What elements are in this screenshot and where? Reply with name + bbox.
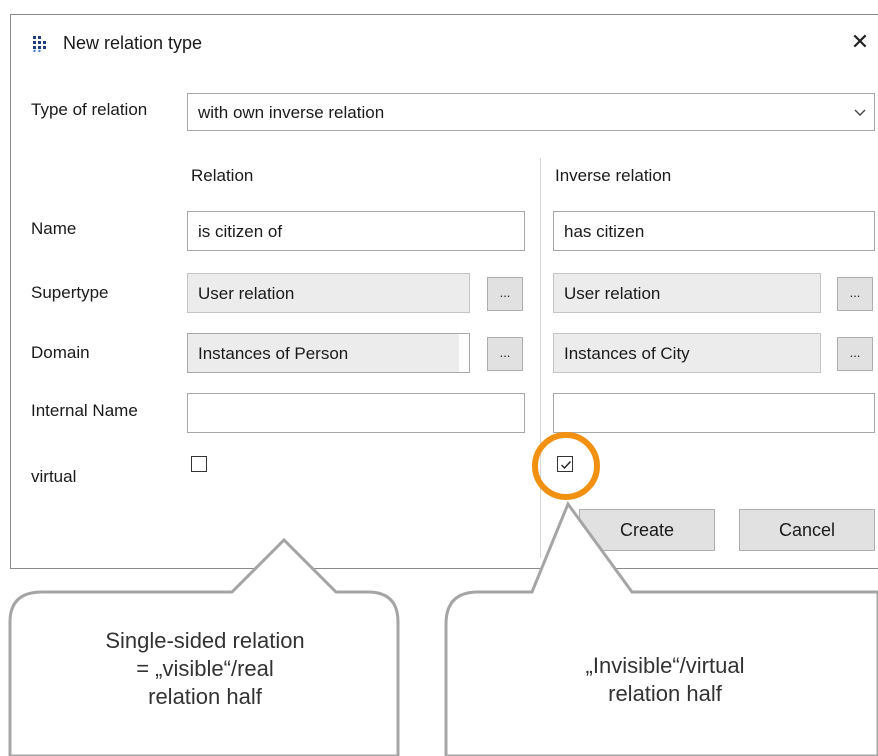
right-callout-line-2: relation half: [608, 681, 722, 706]
left-callout-text: Single-sided relation = „visible“/real r…: [40, 627, 370, 711]
left-callout-line-3: relation half: [148, 684, 262, 709]
right-callout-bubble: [444, 500, 878, 756]
right-callout-text: „Invisible“/virtual relation half: [500, 652, 830, 708]
left-callout-line-1: Single-sided relation: [105, 628, 305, 653]
virtual-highlight-circle: [532, 432, 600, 500]
right-callout-line-1: „Invisible“/virtual: [585, 653, 745, 678]
left-callout-line-2: = „visible“/real: [136, 656, 274, 681]
